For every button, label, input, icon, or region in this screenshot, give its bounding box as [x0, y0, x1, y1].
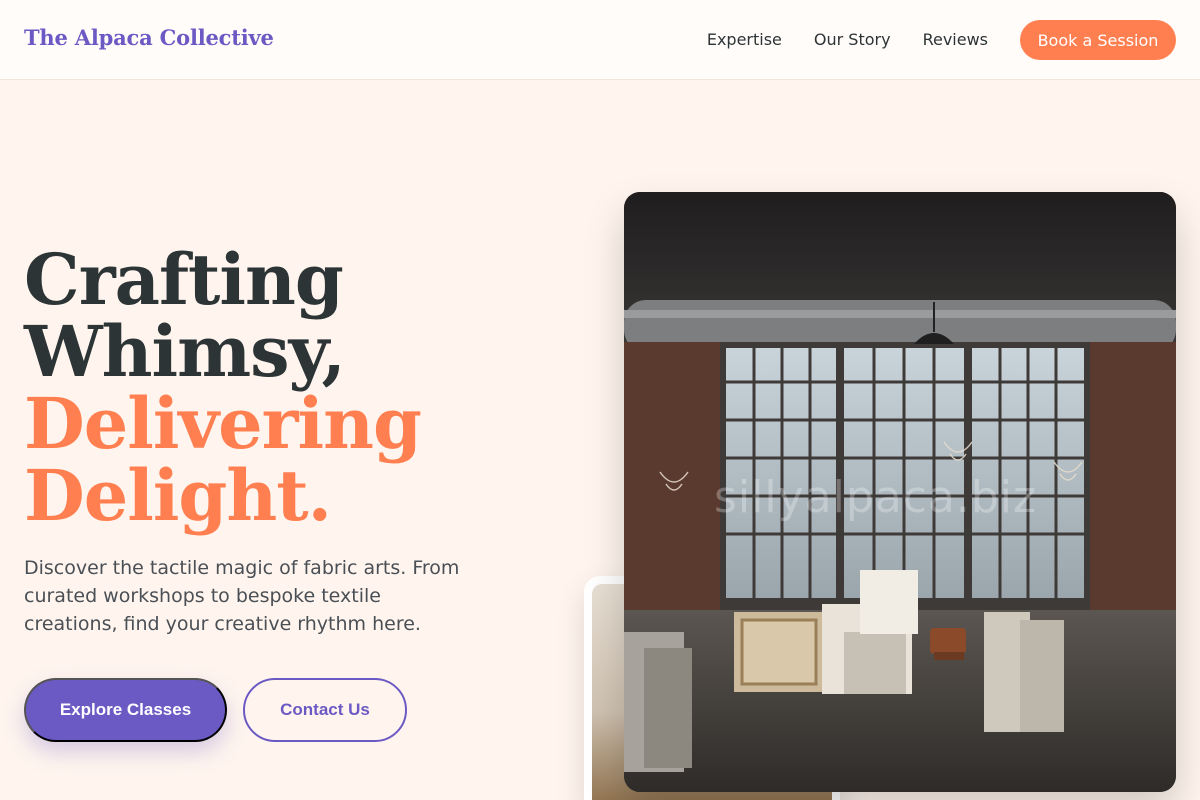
- main-nav: Expertise Our Story Reviews Book a Sessi…: [707, 20, 1176, 60]
- studio-illustration: [624, 192, 1176, 792]
- nav-link-our-story[interactable]: Our Story: [814, 20, 891, 60]
- hero-title-line: Whimsy,: [24, 310, 346, 393]
- hero-title-line: Crafting: [24, 238, 344, 321]
- contact-us-button[interactable]: Contact Us: [243, 678, 407, 742]
- hero-title: Crafting Whimsy, Delivering Delight.: [24, 238, 422, 537]
- nav-link-expertise[interactable]: Expertise: [707, 20, 782, 60]
- hero-title-accent-line: Delivering: [24, 382, 422, 465]
- book-session-button[interactable]: Book a Session: [1020, 20, 1176, 60]
- brand-logo[interactable]: The Alpaca Collective: [24, 25, 274, 50]
- explore-classes-button[interactable]: Explore Classes: [24, 678, 227, 742]
- nav-link-reviews[interactable]: Reviews: [923, 20, 988, 60]
- hero-description: Discover the tactile magic of fabric art…: [24, 557, 460, 635]
- hero-title-accent-line: Delight.: [24, 454, 332, 537]
- site-header: The Alpaca Collective Expertise Our Stor…: [0, 0, 1200, 80]
- studio-photo: sillyalpaca.biz: [624, 192, 1176, 792]
